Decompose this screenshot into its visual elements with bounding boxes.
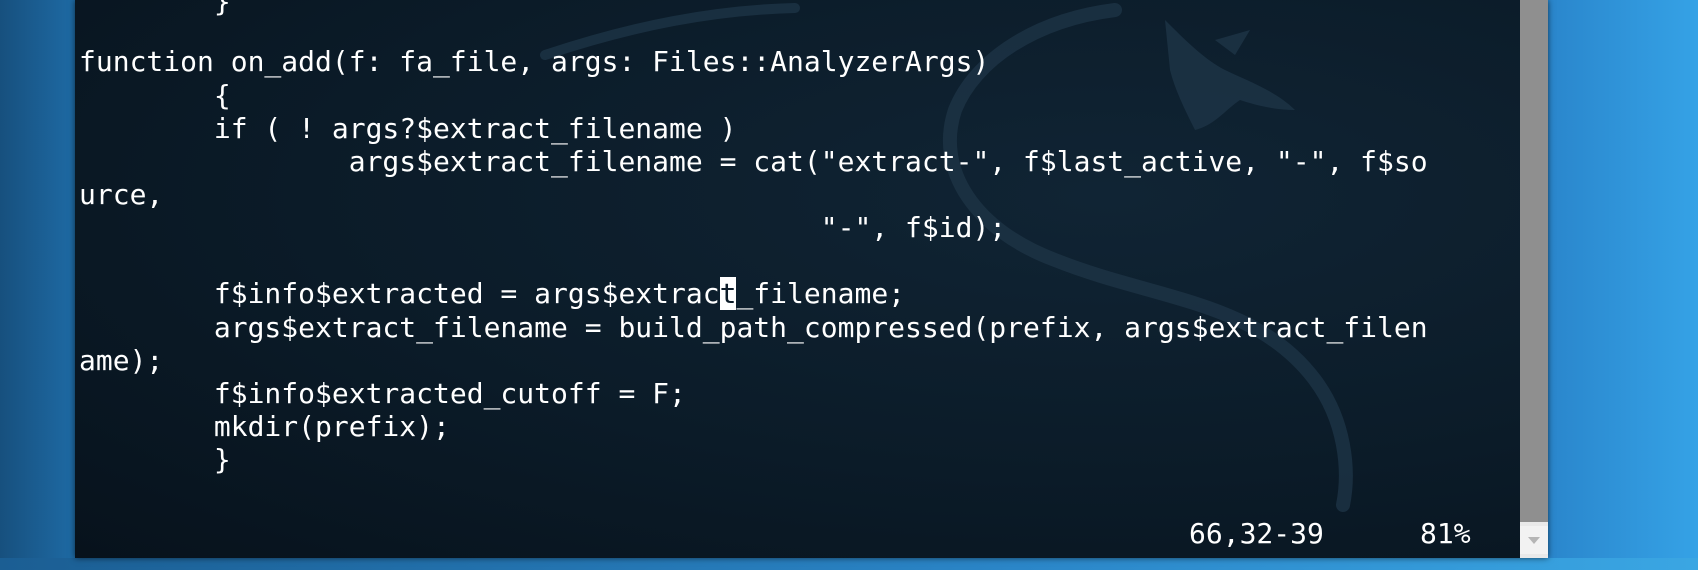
code-line-cursor: f$info$extracted = args$extract_filename… <box>79 276 905 312</box>
code-line: "-", f$id); <box>79 211 1007 244</box>
code-line: args$extract_filename = cat("extract-", … <box>79 145 1428 178</box>
code-line: args$extract_filename = build_path_compr… <box>79 311 1428 344</box>
scroll-percent: 81% <box>1420 517 1471 550</box>
scroll-down-button[interactable] <box>1520 526 1548 554</box>
cursor-position: 66,32-39 <box>1189 517 1324 550</box>
code-line: } <box>79 0 231 18</box>
code-line: ame); <box>79 344 164 377</box>
code-line: function on_add(f: fa_file, args: Files:… <box>79 45 990 78</box>
vertical-scrollbar[interactable] <box>1520 0 1548 558</box>
code-line: { <box>79 79 231 112</box>
code-line: if ( ! args?$extract_filename ) <box>79 112 737 145</box>
editor-buffer[interactable]: } function on_add(f: fa_file, args: File… <box>79 0 1519 558</box>
code-line: urce, <box>79 178 164 211</box>
triangle-down-icon <box>1528 537 1540 544</box>
desktop-background-right <box>1548 0 1698 570</box>
text-cursor: t <box>719 277 737 310</box>
terminal-window[interactable]: } function on_add(f: fa_file, args: File… <box>75 0 1548 558</box>
desktop-background-bottom <box>0 558 1698 570</box>
desktop-background-left <box>0 0 75 570</box>
code-line: mkdir(prefix); <box>79 410 450 443</box>
code-line: } <box>79 443 231 476</box>
code-line: f$info$extracted_cutoff = F; <box>79 377 686 410</box>
code-text: f$info$extracted = args$extrac <box>79 277 720 310</box>
code-text: _filename; <box>736 277 906 310</box>
scrollbar-thumb[interactable] <box>1520 0 1548 522</box>
